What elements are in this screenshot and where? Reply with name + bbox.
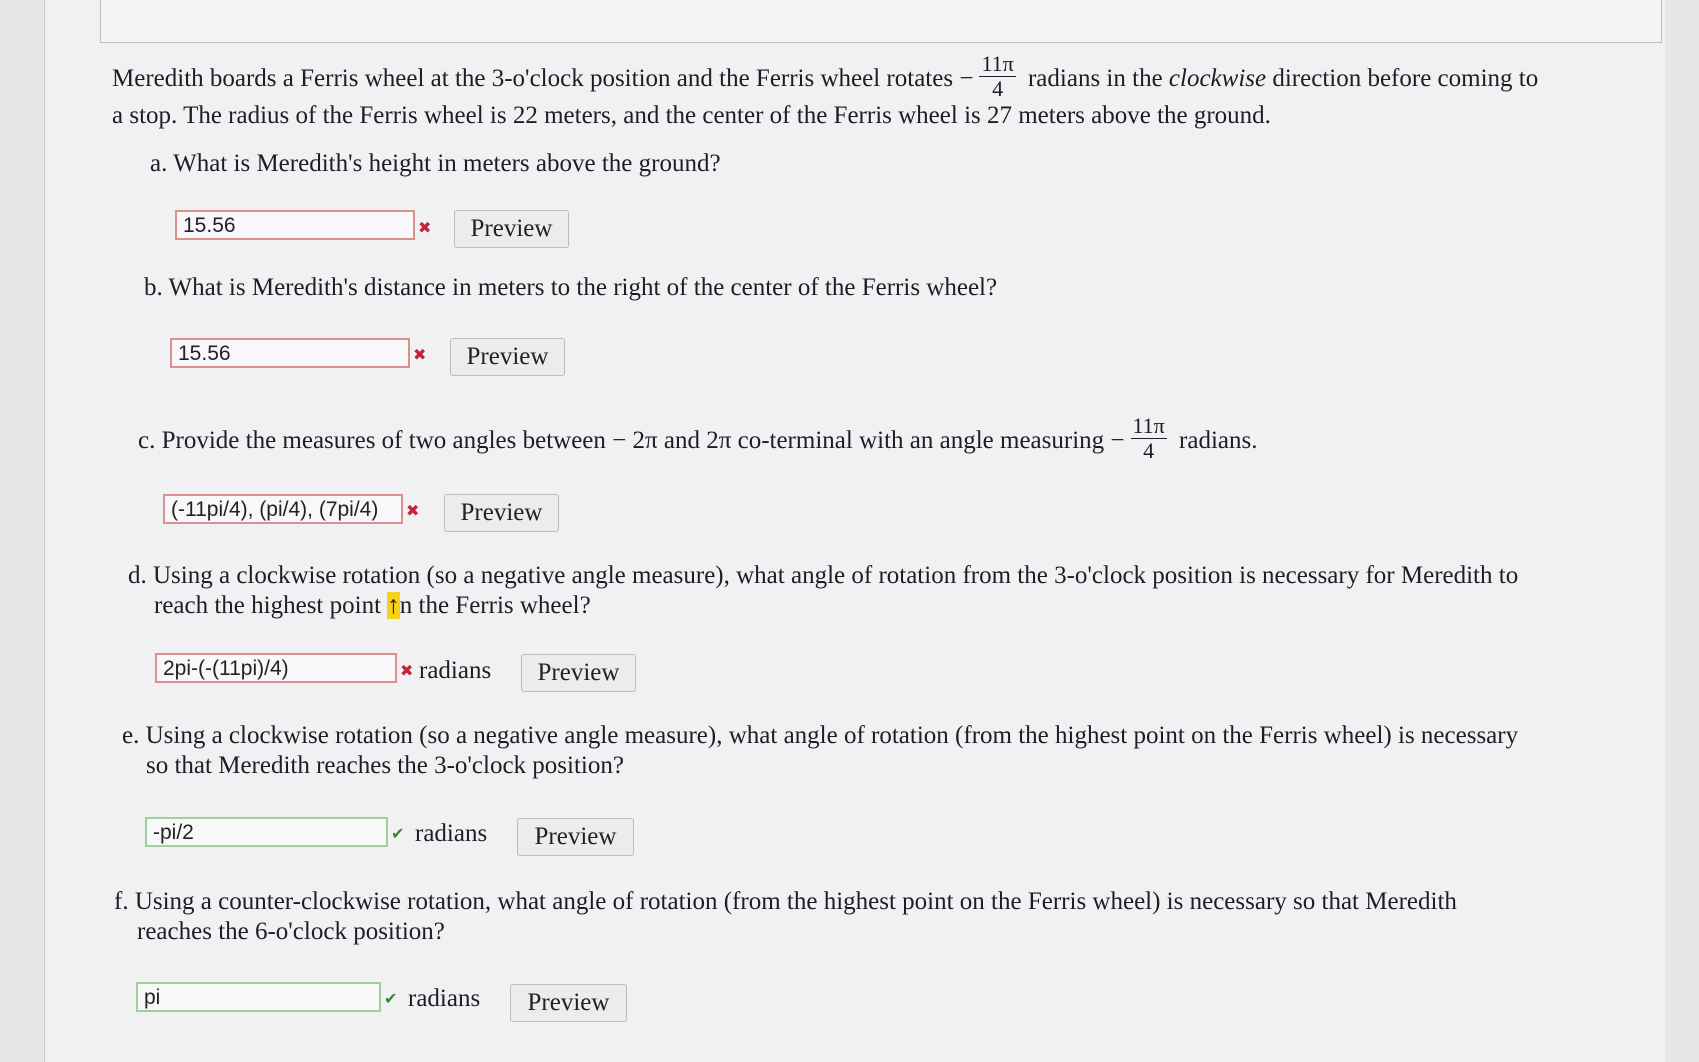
preview-button-a[interactable]: Preview <box>454 210 569 248</box>
unit-radians-f: radians <box>408 985 481 1012</box>
intro-emphasis: clockwise <box>1168 65 1267 93</box>
question-c-text-1: c. Provide the measures of two angles be… <box>138 427 1105 455</box>
preview-button-c[interactable]: Preview <box>444 494 559 532</box>
preview-button-b[interactable]: Preview <box>450 338 565 376</box>
fraction-numerator: 11π <box>979 51 1016 77</box>
preview-button-e[interactable]: Preview <box>517 818 634 856</box>
incorrect-icon: ✖ <box>406 501 420 520</box>
minus-sign: − <box>1110 427 1125 455</box>
fraction-denominator: 4 <box>1143 438 1155 463</box>
question-e-line1: e. Using a clockwise rotation (so a nega… <box>122 722 1519 749</box>
intro-text-1: Meredith boards a Ferris wheel at the 3-… <box>112 65 954 93</box>
answer-b-input[interactable]: 15.56 <box>170 338 410 368</box>
answer-c-input[interactable]: (-11pi/4), (pi/4), (7pi/4) <box>163 494 403 524</box>
problem-intro-line2: a stop. The radius of the Ferris wheel i… <box>112 102 1271 129</box>
fraction-11pi-over-4: 11π 4 <box>1130 413 1167 463</box>
answer-f-input[interactable]: pi <box>136 982 381 1012</box>
question-d-line2: reach the highest point ↑n the Ferris wh… <box>154 590 591 621</box>
question-e-line2: so that Meredith reaches the 3-o'clock p… <box>146 752 624 779</box>
question-d-line1: d. Using a clockwise rotation (so a nega… <box>128 562 1519 589</box>
question-b-text: b. What is Meredith's distance in meters… <box>144 274 998 301</box>
check-icon: ✔ <box>391 824 405 843</box>
intro-text-2: radians in the <box>1027 65 1163 93</box>
question-f-line2: reaches the 6-o'clock position? <box>137 918 445 945</box>
question-a-text: a. What is Meredith's height in meters a… <box>150 150 721 177</box>
fraction-denominator: 4 <box>992 76 1004 101</box>
preview-button-d[interactable]: Preview <box>521 654 636 692</box>
mouse-cursor-icon: ↑ <box>387 592 400 619</box>
intro-text-3: direction before coming to <box>1272 65 1539 93</box>
problem-intro-line1: Meredith boards a Ferris wheel at the 3-… <box>112 52 1539 105</box>
answer-d-input[interactable]: 2pi-(-(11pi)/4) <box>155 653 397 683</box>
incorrect-icon: ✖ <box>418 218 432 237</box>
question-d-text-a: reach the highest point <box>154 592 388 619</box>
question-d-text-b: n the Ferris wheel? <box>399 592 591 619</box>
answer-e-input[interactable]: -pi/2 <box>145 817 388 847</box>
question-header-strip <box>100 0 1662 43</box>
answer-a-input[interactable]: 15.56 <box>175 210 415 240</box>
unit-radians-d: radians <box>419 657 492 684</box>
question-c-text-2: radians. <box>1179 427 1258 455</box>
question-f-line1: f. Using a counter-clockwise rotation, w… <box>114 888 1457 915</box>
preview-button-f[interactable]: Preview <box>510 984 627 1022</box>
fraction-numerator: 11π <box>1130 413 1167 439</box>
unit-radians-e: radians <box>415 820 488 847</box>
question-c-text: c. Provide the measures of two angles be… <box>138 414 1258 467</box>
minus-sign: − <box>959 65 974 93</box>
incorrect-icon: ✖ <box>400 661 414 680</box>
incorrect-icon: ✖ <box>413 345 427 364</box>
check-icon: ✔ <box>384 989 398 1008</box>
fraction-11pi-over-4: 11π 4 <box>979 51 1016 101</box>
